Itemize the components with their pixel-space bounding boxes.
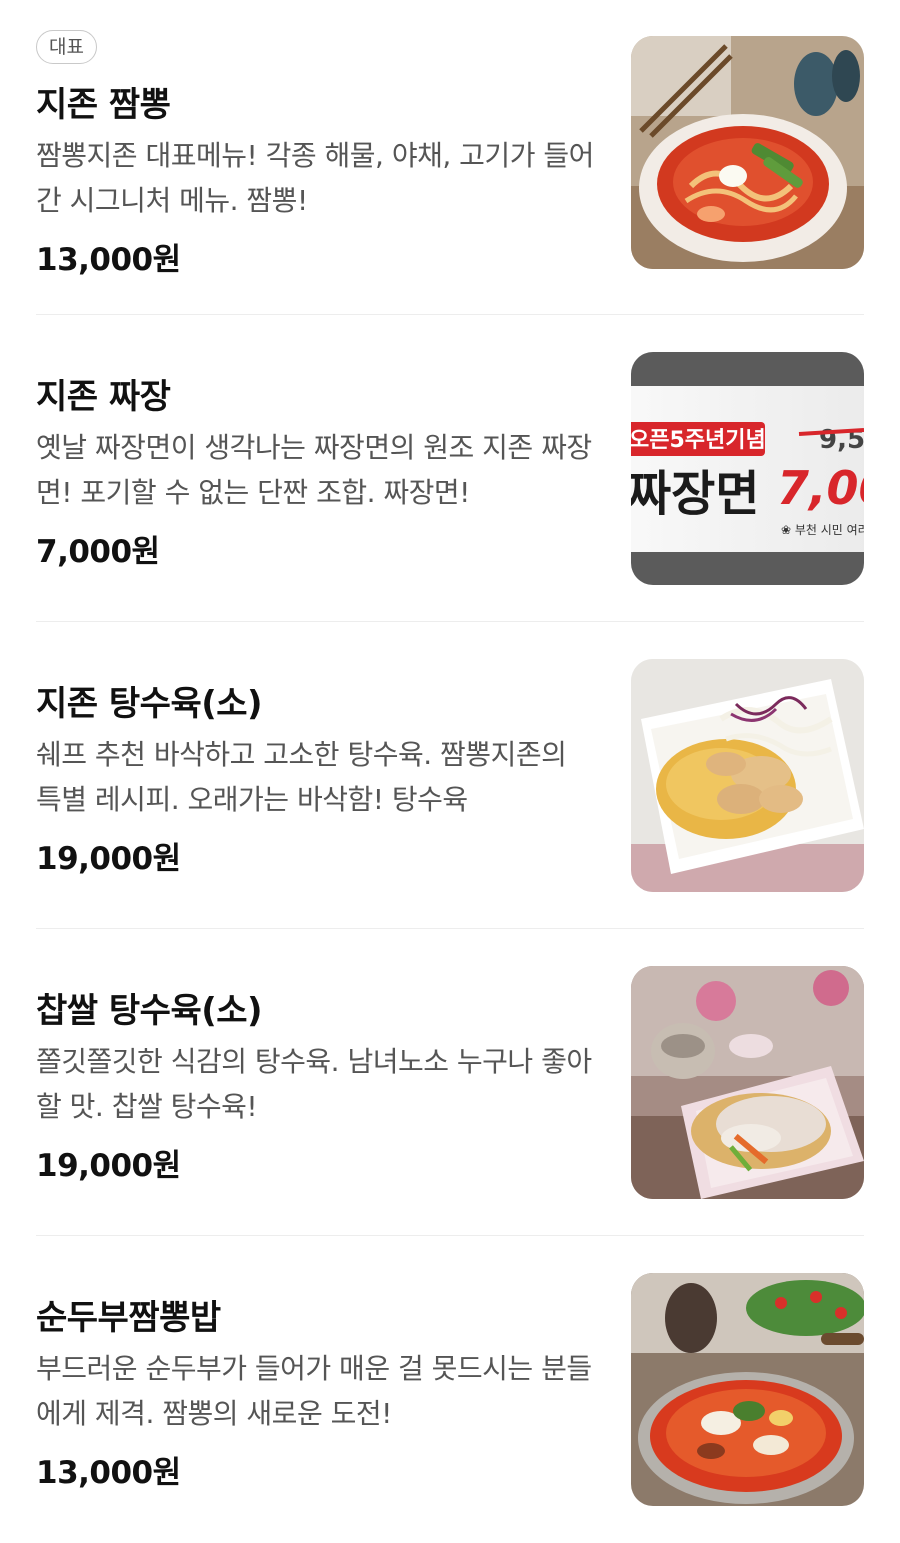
- menu-item-tangsuyuk[interactable]: 지존 탕수육(소) 쉐프 추천 바삭하고 고소한 탕수육. 짬뽕지존의 특별 레…: [0, 623, 900, 929]
- menu-item-name: 찹쌀 탕수육(소): [36, 991, 263, 1031]
- menu-item-description: 부드러운 순두부가 들어가 매운 걸 못드시는 분들에게 제격. 짬뽕의 새로운…: [36, 1352, 592, 1430]
- tangsuyuk-photo[interactable]: [631, 659, 864, 892]
- promo-footnote: ❀ 부천 시민 여러: [781, 522, 864, 537]
- divider: [36, 314, 864, 315]
- menu-item-price: 19,000원: [36, 841, 181, 877]
- menu-item-glutinous-tangsuyuk[interactable]: 찹쌀 탕수육(소) 쫄깃쫄깃한 식감의 탕수육. 남녀노소 누구나 좋아할 맛.…: [0, 930, 900, 1236]
- representative-badge: 대표: [36, 30, 97, 64]
- glutinous-tangsuyuk-photo[interactable]: [631, 966, 864, 1199]
- menu-item-jjajang[interactable]: 지존 짜장 옛날 짜장면이 생각나는 짜장면의 원조 지존 짜장면! 포기할 수…: [0, 316, 900, 622]
- menu-item-description: 옛날 짜장면이 생각나는 짜장면의 원조 지존 짜장면! 포기할 수 없는 단짠…: [36, 431, 592, 509]
- menu-item-description: 쉐프 추천 바삭하고 고소한 탕수육. 짬뽕지존의 특별 레시피. 오래가는 바…: [36, 738, 567, 816]
- divider: [36, 621, 864, 622]
- menu-item-name: 지존 짜장: [36, 377, 171, 417]
- jjamppong-photo[interactable]: [631, 36, 864, 269]
- divider: [36, 928, 864, 929]
- menu-item-price: 7,000원: [36, 534, 160, 570]
- menu-item-sundubu-jjamppong-bap[interactable]: 순두부짬뽕밥 부드러운 순두부가 들어가 매운 걸 못드시는 분들에게 제격. …: [0, 1237, 900, 1543]
- menu-item-price: 13,000원: [36, 242, 181, 278]
- menu-item-jjamppong[interactable]: 대표 지존 짬뽕 짬뽕지존 대표메뉴! 각종 해물, 야채, 고기가 들어간 시…: [0, 0, 900, 306]
- promo-new-price: 7,00: [777, 461, 864, 515]
- menu-item-description: 짬뽕지존 대표메뉴! 각종 해물, 야채, 고기가 들어간 시그니처 메뉴. 짬…: [36, 139, 594, 217]
- menu-item-description: 쫄깃쫄깃한 식감의 탕수육. 남녀노소 누구나 좋아할 맛. 찹쌀 탕수육!: [36, 1045, 592, 1123]
- menu-list: 대표 지존 짬뽕 짬뽕지존 대표메뉴! 각종 해물, 야채, 고기가 들어간 시…: [0, 0, 900, 1540]
- menu-item-name: 지존 탕수육(소): [36, 684, 263, 724]
- menu-item-price: 13,000원: [36, 1455, 181, 1491]
- promo-banner-image[interactable]: 오픈5주년기념 짜장면 9,50 7,00 ❀ 부천 시민 여러: [631, 352, 864, 585]
- menu-item-price: 19,000원: [36, 1148, 181, 1184]
- menu-item-name: 지존 짬뽕: [36, 85, 171, 125]
- menu-item-name: 순두부짬뽕밥: [36, 1298, 221, 1338]
- promo-tag: 오픈5주년기념: [631, 428, 766, 453]
- divider: [36, 1235, 864, 1236]
- sundubu-jjamppong-bap-photo[interactable]: [631, 1273, 864, 1506]
- promo-title: 짜장면: [631, 466, 759, 522]
